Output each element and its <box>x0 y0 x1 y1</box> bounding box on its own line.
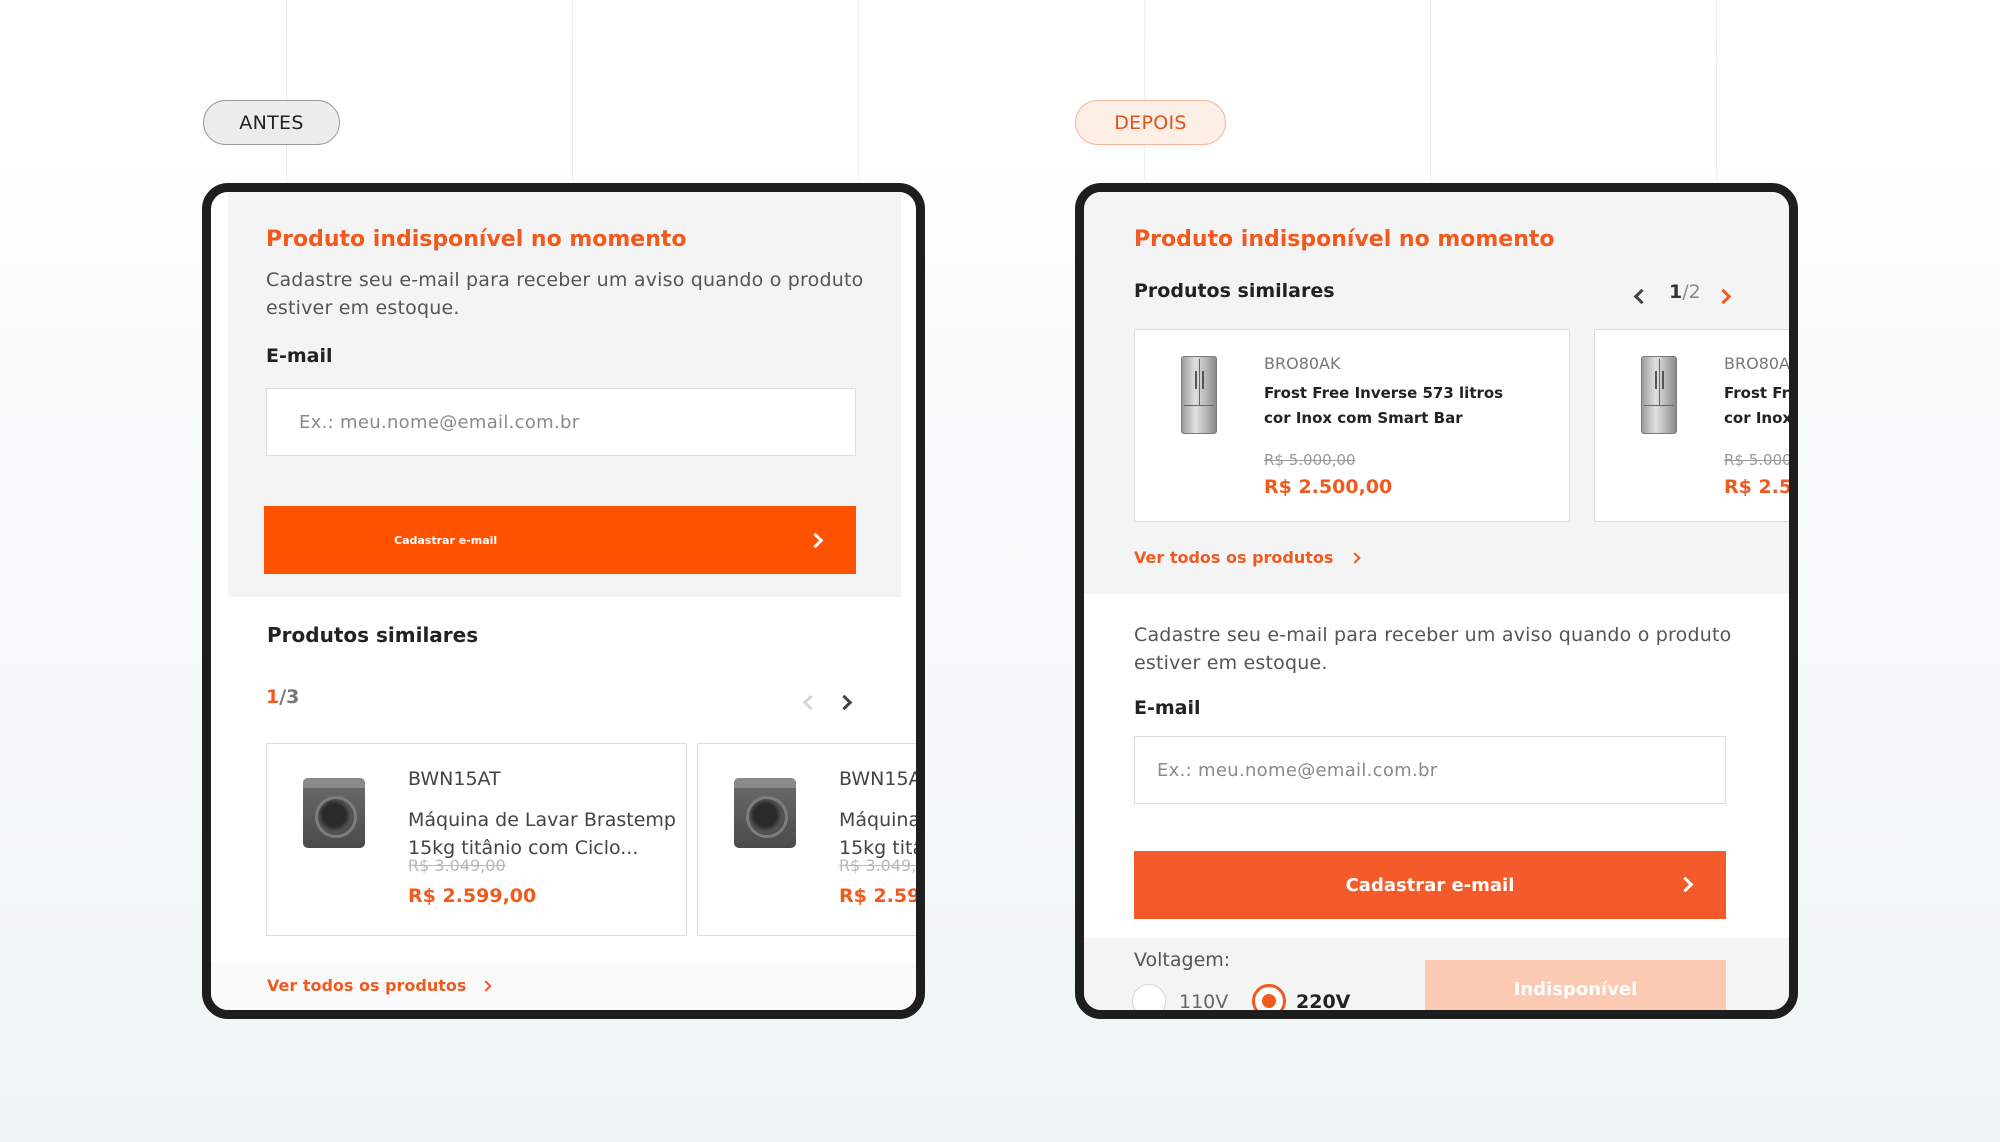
refrigerator-icon <box>1181 356 1217 434</box>
unavailable-heading: Produto indisponível no momento <box>266 227 687 252</box>
background-gridline <box>1430 0 1431 180</box>
pager-total: /2 <box>1682 281 1701 303</box>
pager: 1/3 <box>266 686 299 708</box>
pager-current: 1 <box>1669 281 1683 303</box>
background-gridline <box>1716 0 1717 180</box>
product-old-price: R$ 5.000,00 <box>1724 451 1797 469</box>
similar-products-title: Produtos similares <box>267 623 479 647</box>
chevron-right-icon <box>807 532 824 549</box>
product-price: R$ 2.500,00 <box>1264 476 1393 498</box>
product-card[interactable]: BWN15AT Máquina de Lavar Brastemp 15kg t… <box>697 743 925 936</box>
voltage-220v-label: 220V <box>1296 991 1351 1013</box>
see-all-products-link[interactable]: Ver todos os produtos <box>267 976 493 995</box>
antes-badge: ANTES <box>203 100 340 145</box>
see-all-label: Ver todos os produtos <box>1134 548 1334 567</box>
chevron-right-icon <box>480 979 493 992</box>
product-name: Máquina de Lavar Brastemp 15kg titânio c… <box>839 809 925 859</box>
unavailable-heading: Produto indisponível no momento <box>1134 227 1555 252</box>
pager: 1/2 <box>1669 281 1701 303</box>
see-all-products-link[interactable]: Ver todos os produtos <box>1134 548 1362 567</box>
product-old-price: R$ 5.000,00 <box>1264 451 1356 469</box>
pager-total: /3 <box>279 686 300 708</box>
email-placeholder: Ex.: meu.nome@email.com.br <box>1157 759 1438 781</box>
product-card[interactable]: BRO80AK Frost Free Inverse 573 litros co… <box>1594 329 1798 522</box>
product-old-price: R$ 3.049,00 <box>839 856 917 875</box>
depois-badge: DEPOIS <box>1075 100 1226 145</box>
product-sku: BWN15AT <box>408 768 501 790</box>
product-price: R$ 2.500,00 <box>1724 476 1793 498</box>
carousel-prev-icon[interactable] <box>802 694 819 711</box>
see-all-label: Ver todos os produtos <box>267 976 467 995</box>
submit-email-button[interactable]: Cadastrar e-mail <box>264 506 856 574</box>
antes-phone-frame: Produto indisponível no momento Cadastre… <box>202 183 925 1019</box>
email-input[interactable]: Ex.: meu.nome@email.com.br <box>1134 736 1726 804</box>
pager-current: 1 <box>266 686 280 708</box>
background-gridline <box>1144 0 1145 180</box>
voltage-label: Voltagem: <box>1134 949 1231 971</box>
unavailable-label: Indisponível <box>1513 978 1638 1000</box>
refrigerator-icon <box>1641 356 1677 434</box>
unavailable-button[interactable]: Indisponível <box>1425 960 1726 1010</box>
product-sku: BRO80AK <box>1724 354 1798 373</box>
email-input[interactable]: Ex.: meu.nome@email.com.br <box>266 388 856 456</box>
email-label: E-mail <box>266 345 333 367</box>
submit-email-label: Cadastrar e-mail <box>394 533 498 547</box>
washing-machine-icon <box>734 778 796 848</box>
product-name: Frost Free Inverse 573 litros cor Inox c… <box>1264 384 1504 427</box>
background-gridline <box>858 0 859 180</box>
voltage-220v-radio[interactable] <box>1252 984 1286 1010</box>
product-price: R$ 2.599,00 <box>408 885 537 907</box>
background-gridline <box>572 0 573 180</box>
voltage-110v-radio[interactable] <box>1132 984 1166 1010</box>
product-sku: BRO80AK <box>1264 354 1341 373</box>
chevron-right-icon <box>1349 551 1362 564</box>
similar-products-title: Produtos similares <box>1134 280 1335 302</box>
product-sku: BWN15AT <box>839 768 925 790</box>
email-placeholder: Ex.: meu.nome@email.com.br <box>299 411 580 433</box>
email-label: E-mail <box>1134 697 1201 719</box>
notify-description: Cadastre seu e-mail para receber um avis… <box>266 269 864 319</box>
voltage-110v-label: 110V <box>1179 991 1229 1013</box>
product-price: R$ 2.599,00 <box>839 885 921 907</box>
carousel-next-icon[interactable] <box>836 694 853 711</box>
product-card[interactable]: BRO80AK Frost Free Inverse 573 litros co… <box>1134 329 1570 522</box>
product-name: Frost Free Inverse 573 litros cor Inox c… <box>1724 384 1793 427</box>
product-old-price: R$ 3.049,00 <box>408 856 506 875</box>
product-name: Máquina de Lavar Brastemp 15kg titânio c… <box>408 809 676 859</box>
submit-email-button[interactable]: Cadastrar e-mail <box>1134 851 1726 919</box>
background-gridline <box>286 0 287 180</box>
submit-email-label: Cadastrar e-mail <box>1345 874 1515 896</box>
product-card[interactable]: BWN15AT Máquina de Lavar Brastemp 15kg t… <box>266 743 687 936</box>
notify-description: Cadastre seu e-mail para receber um avis… <box>1134 624 1732 674</box>
chevron-right-icon <box>1677 876 1694 893</box>
depois-phone-frame: Produto indisponível no momento Produtos… <box>1075 183 1798 1019</box>
washing-machine-icon <box>303 778 365 848</box>
